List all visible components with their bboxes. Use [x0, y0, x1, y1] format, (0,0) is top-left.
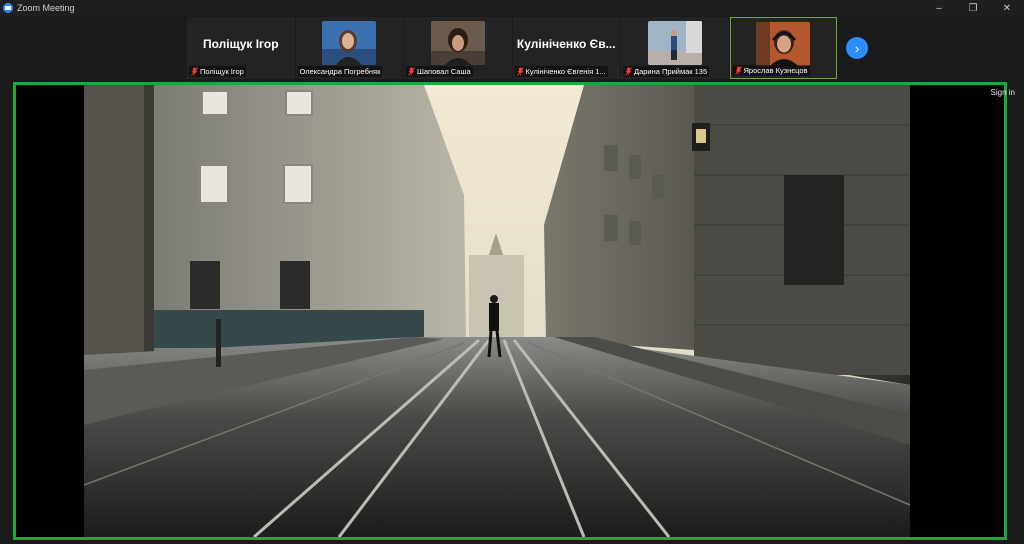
participant-tile[interactable]: Олександра Погребняк [295, 17, 403, 79]
close-button[interactable]: ✕ [990, 0, 1024, 16]
screen-share-frame [13, 82, 1007, 540]
participant-video [322, 21, 377, 65]
mic-muted-icon [516, 67, 524, 76]
participant-video [756, 22, 811, 66]
mic-muted-icon [734, 66, 742, 75]
participant-display-name: Поліщук Ігор [202, 37, 279, 51]
window-controls: – ❐ ✕ [922, 0, 1024, 16]
participant-name-label: Шаповал Саша [406, 66, 473, 77]
participant-name-label: Дарина Приймак 135 [623, 66, 710, 77]
participant-display-name: Кулініченко Єв... [516, 37, 616, 51]
restore-button[interactable]: ❐ [956, 0, 990, 16]
participant-video [430, 21, 485, 65]
mic-muted-icon [191, 67, 198, 76]
participant-tile[interactable]: Поліщук Ігор Поліщук Ігор [187, 17, 295, 79]
participant-name-label: Олександра Погребняк [297, 66, 383, 77]
participant-name: Кулініченко Євгенія 1... [525, 67, 606, 76]
participant-name: Олександра Погребняк [299, 67, 381, 76]
minimize-button[interactable]: – [922, 0, 956, 16]
mic-muted-icon [625, 67, 632, 76]
window-titlebar: Zoom Meeting – ❐ ✕ [0, 0, 1024, 16]
participant-strip: Поліщук Ігор Поліщук Ігор Олександра Пог… [187, 17, 838, 79]
participant-name: Шаповал Саша [417, 67, 471, 76]
zoom-app-icon [3, 3, 13, 13]
next-participants-button[interactable]: › [846, 37, 868, 59]
participant-name-label: Ярослав Кузнєцов [732, 65, 810, 76]
mic-muted-icon [408, 67, 415, 76]
participant-name-label: Поліщук Ігор [189, 66, 246, 77]
chevron-right-icon: › [854, 40, 860, 56]
participant-tile[interactable]: Шаповал Саша [404, 17, 512, 79]
participant-video [647, 21, 702, 65]
window-title: Zoom Meeting [17, 3, 75, 13]
participant-name-label: Кулініченко Євгенія 1... [514, 66, 608, 77]
participant-tile[interactable]: Дарина Приймак 135 [621, 17, 729, 79]
participant-tile-active-speaker[interactable]: Ярослав Кузнєцов [729, 17, 837, 79]
sign-in-link[interactable]: Sign in [991, 88, 1015, 97]
participant-name: Ярослав Кузнєцов [743, 66, 808, 75]
participant-tile[interactable]: Кулініченко Єв... Кулініченко Євгенія 1.… [512, 17, 620, 79]
participant-name: Поліщук Ігор [200, 67, 244, 76]
shared-video [84, 85, 910, 537]
participant-name: Дарина Приймак 135 [634, 67, 708, 76]
